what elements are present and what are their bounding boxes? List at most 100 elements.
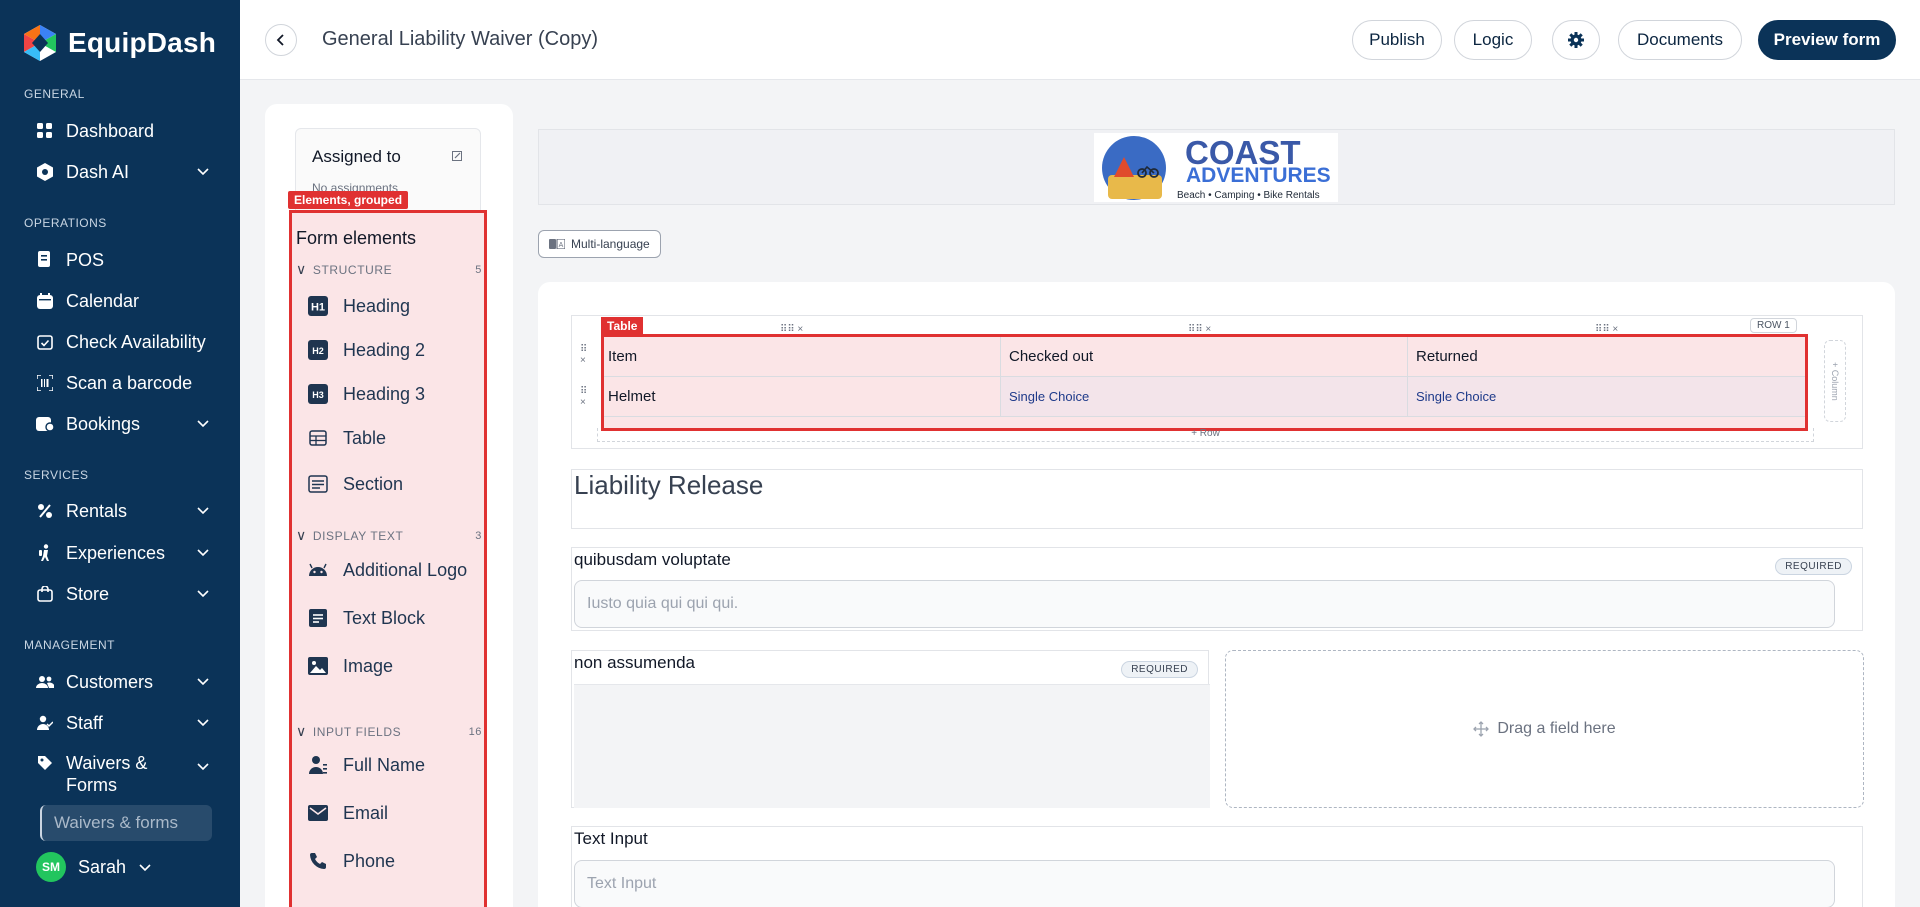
text-block-icon [307, 607, 329, 629]
edit-icon[interactable] [452, 151, 462, 161]
barcode-icon [36, 374, 54, 392]
settings-button[interactable] [1552, 20, 1600, 60]
company-logo: COAST ADVENTURES Beach • Camping • Bike … [1094, 133, 1338, 202]
sidebar-item-experiences[interactable]: Experiences [36, 538, 216, 568]
category-input-fields[interactable]: ∨ INPUT FIELDS 16 [296, 723, 482, 740]
sidebar-item-check-availability[interactable]: Check Availability [36, 327, 216, 357]
element-additional-logo[interactable]: Additional Logo [307, 554, 483, 586]
element-heading-3[interactable]: H3 Heading 3 [307, 378, 483, 410]
sidebar-item-customers[interactable]: Customers [36, 667, 216, 697]
page-title: General Liability Waiver (Copy) [322, 28, 599, 50]
logo-banner[interactable]: COAST ADVENTURES Beach • Camping • Bike … [538, 129, 1895, 205]
element-email[interactable]: Email [307, 797, 483, 829]
drop-zone[interactable]: Drag a field here [1225, 650, 1864, 808]
publish-button[interactable]: Publish [1352, 20, 1442, 60]
chevron-down-icon [197, 507, 209, 515]
element-text-block[interactable]: Text Block [307, 602, 483, 634]
category-display-text[interactable]: ∨ DISPLAY TEXT 3 [296, 527, 482, 544]
multi-language-button[interactable]: A Multi-language [538, 230, 661, 258]
logic-button[interactable]: Logic [1454, 20, 1532, 60]
table-cell-choice[interactable]: Single Choice [1001, 377, 1408, 417]
table-cell[interactable]: Helmet [604, 377, 1001, 417]
sidebar-item-label: Check Availability [66, 331, 206, 352]
table-cell-choice[interactable]: Single Choice [1408, 377, 1805, 417]
row-badge: ROW 1 [1750, 318, 1797, 333]
bookings-icon [36, 415, 54, 433]
sidebar-item-rentals[interactable]: Rentals [36, 496, 216, 526]
topbar: General Liability Waiver (Copy) Publish … [240, 0, 1920, 80]
move-icon [1473, 721, 1490, 737]
add-row-button[interactable]: + Row [597, 428, 1814, 442]
elements-group-tag: Elements, grouped [288, 191, 409, 209]
sidebar-item-scan-barcode[interactable]: Scan a barcode [36, 368, 216, 398]
calendar-check-icon [36, 333, 54, 351]
text-field-block[interactable]: quibusdam voluptate REQUIRED Iusto quia … [571, 547, 1863, 631]
receipt-icon [36, 251, 54, 269]
category-count: 5 [475, 263, 482, 276]
textarea-input[interactable] [574, 684, 1210, 808]
table-tag: Table [601, 317, 644, 335]
element-label: Email [343, 802, 389, 823]
sidebar-item-store[interactable]: Store [36, 579, 216, 609]
sidebar-item-label: Dashboard [66, 120, 155, 141]
table-icon [307, 427, 329, 449]
sidebar-item-label: Experiences [66, 542, 166, 563]
section-icon [307, 473, 329, 495]
sidebar-subitem-waivers-forms[interactable]: Waivers & forms [40, 805, 212, 841]
section-services: SERVICES [24, 468, 89, 482]
sidebar-item-dashboard[interactable]: Dashboard [36, 116, 216, 146]
text-input[interactable]: Text Input [574, 860, 1835, 907]
add-column-button[interactable]: + Column [1824, 340, 1846, 422]
column-drag-handle[interactable]: ⠿⠿ × [780, 324, 803, 335]
element-label: Heading [343, 295, 411, 316]
text-input-block[interactable]: Text Input Text Input [571, 826, 1863, 907]
element-table[interactable]: Table [307, 422, 483, 454]
section-general: GENERAL [24, 87, 85, 101]
table-header-cell[interactable]: Returned [1408, 337, 1805, 377]
assigned-title: Assigned to [312, 147, 401, 166]
sidebar-item-pos[interactable]: POS [36, 245, 216, 275]
element-section[interactable]: Section [307, 468, 483, 500]
documents-button[interactable]: Documents [1618, 20, 1742, 60]
chevron-down-icon [197, 763, 209, 771]
svg-text:A: A [559, 242, 564, 249]
element-heading-2[interactable]: H2 Heading 2 [307, 334, 483, 366]
equipdash-logo-icon [24, 25, 56, 61]
column-drag-handle[interactable]: ⠿⠿ × [1188, 324, 1211, 335]
column-drag-handle[interactable]: ⠿⠿ × [1595, 324, 1618, 335]
sidebar-item-dash-ai[interactable]: Dash AI [36, 157, 216, 187]
table-grid[interactable]: Item Checked out Returned Helmet Single … [601, 334, 1808, 431]
chevron-down-icon [197, 678, 209, 686]
user-menu[interactable]: SM Sarah [36, 852, 152, 882]
category-structure[interactable]: ∨ STRUCTURE 5 [296, 261, 482, 278]
translate-icon: A [549, 239, 565, 249]
brand[interactable]: EquipDash [22, 24, 216, 62]
chevron-down-icon [139, 864, 151, 872]
row-drag-handle[interactable]: ⠿ × [580, 344, 587, 366]
element-phone[interactable]: Phone [307, 845, 483, 877]
section-management: MANAGEMENT [24, 638, 116, 652]
table-header-cell[interactable]: Item [604, 337, 1001, 377]
element-image[interactable]: Image [307, 650, 483, 682]
heading-block[interactable]: Liability Release [571, 469, 1863, 529]
sidebar-item-bookings[interactable]: Bookings [36, 409, 216, 439]
table-header-cell[interactable]: Checked out [1001, 337, 1408, 377]
element-full-name[interactable]: Full Name [307, 749, 483, 781]
sidebar-item-calendar[interactable]: Calendar [36, 286, 216, 316]
table-header-row: Item Checked out Returned [604, 337, 1805, 377]
element-heading[interactable]: H1 Heading [307, 290, 483, 322]
preview-form-button[interactable]: Preview form [1758, 20, 1896, 60]
required-badge: REQUIRED [1121, 661, 1198, 678]
sidebar-item-label: Waivers & Forms [66, 753, 148, 795]
row-drag-handle[interactable]: ⠿ × [580, 386, 587, 408]
sidebar-item-staff[interactable]: Staff [36, 708, 216, 738]
sidebar-item-label: Staff [66, 712, 103, 733]
image-icon [307, 655, 329, 677]
textarea-field-block[interactable]: non assumenda REQUIRED [571, 650, 1210, 808]
sidebar-item-waivers-forms[interactable]: Waivers & Forms [36, 752, 216, 798]
chevron-down-icon: ∨ [296, 527, 307, 543]
sidebar-item-label: Rentals [66, 500, 128, 521]
text-input[interactable]: Iusto quia qui qui qui. [574, 580, 1835, 628]
rentals-icon [36, 502, 54, 520]
back-button[interactable] [265, 24, 297, 56]
